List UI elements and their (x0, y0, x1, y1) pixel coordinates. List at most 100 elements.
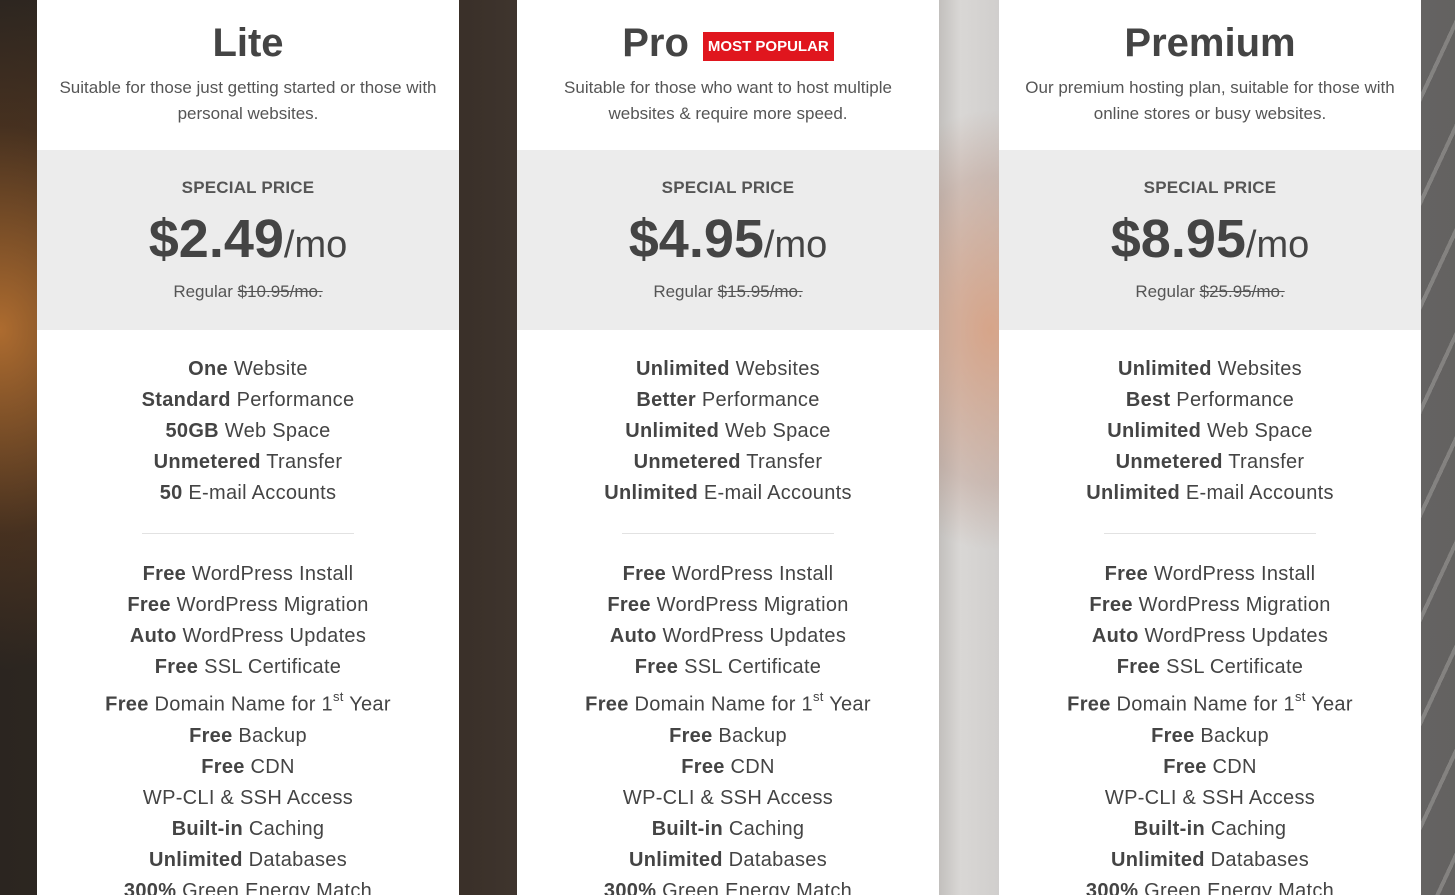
laptop-keyboard-image (1420, 0, 1455, 895)
feature-text: Green Energy Match (656, 879, 853, 895)
primary-features-list: Unlimited Websites Better Performance Unli… (517, 354, 939, 509)
feature-item: Unlimited Web Space (999, 416, 1421, 447)
feature-text: WordPress Install (1148, 563, 1316, 585)
feature-highlight: Free (105, 693, 149, 716)
feature-item: Free Domain Name for 1st Year (999, 683, 1421, 721)
feature-item: Free Domain Name for 1st Year (37, 683, 459, 721)
feature-highlight: Free (154, 656, 199, 678)
feature-highlight: Unmetered (153, 451, 261, 473)
feature-item: Auto WordPress Updates (999, 621, 1421, 652)
feature-text: E-mail Accounts (1180, 482, 1334, 504)
most-popular-badge: MOST POPULAR (702, 31, 834, 61)
feature-highlight: Free (585, 693, 629, 716)
feature-text: WordPress Migration (650, 594, 849, 616)
feature-text: Green Energy Match (1138, 879, 1335, 895)
ordinal-suffix: st (812, 689, 824, 704)
feature-highlight: Built-in (1133, 817, 1205, 840)
feature-item: 300% Green Energy Match (999, 876, 1421, 895)
feature-highlight: Auto (609, 625, 657, 647)
extra-features-list: Free WordPress Install Free WordPress Mig… (999, 559, 1421, 895)
plan-description: Suitable for those just getting started … (59, 78, 437, 123)
feature-highlight: Unmetered (1115, 451, 1223, 473)
regular-price: Regular $15.95/mo. (517, 282, 939, 302)
feature-text: WordPress Migration (1132, 594, 1331, 616)
price-box: SPECIAL PRICE $2.49/mo Regular $10.95/mo… (37, 150, 459, 330)
feature-item: Free WordPress Migration (999, 590, 1421, 621)
feature-highlight: Unlimited (1118, 358, 1212, 380)
feature-highlight: Unmetered (633, 451, 741, 473)
feature-highlight: Unlimited (1107, 420, 1202, 442)
feature-item: Unmetered Transfer (517, 447, 939, 478)
feature-text-end: Year (823, 693, 871, 716)
feature-text: SSL Certificate (198, 656, 342, 678)
regular-price: Regular $10.95/mo. (37, 282, 459, 302)
price-period: /mo (283, 224, 348, 266)
feature-highlight: Free (142, 563, 187, 585)
price-amount: $4.95 (628, 209, 764, 269)
feature-highlight: Best (1125, 389, 1171, 411)
feature-highlight: Unlimited (636, 358, 730, 380)
plan-name: Premium (1124, 21, 1296, 65)
feature-text: WordPress Install (186, 563, 354, 585)
feature-highlight: Unlimited (1111, 848, 1205, 871)
feature-item: Free SSL Certificate (999, 652, 1421, 683)
feature-highlight: Free (1067, 693, 1111, 716)
feature-item: Auto WordPress Updates (517, 621, 939, 652)
feature-item: Free CDN (37, 752, 459, 783)
feature-text: Performance (230, 389, 355, 411)
feature-highlight: Standard (141, 389, 231, 411)
feature-item: Built-in Caching (999, 814, 1421, 845)
feature-text: E-mail Accounts (182, 482, 337, 504)
feature-text: Green Energy Match (176, 879, 373, 895)
feature-item: WP-CLI & SSH Access (517, 783, 939, 814)
feature-text: WordPress Updates (656, 625, 847, 647)
feature-highlight: Unlimited (1086, 482, 1181, 504)
feature-text: Backup (1194, 724, 1269, 747)
feature-text: SSL Certificate (678, 656, 822, 678)
feature-highlight: Free (1116, 656, 1161, 678)
feature-item: Free Backup (999, 721, 1421, 752)
feature-text: WordPress Install (666, 563, 834, 585)
feature-item: WP-CLI & SSH Access (37, 783, 459, 814)
feature-item: Free WordPress Migration (517, 590, 939, 621)
feature-highlight: 50GB (165, 420, 219, 442)
features-divider (622, 533, 834, 534)
feature-item: Auto WordPress Updates (37, 621, 459, 652)
feature-text: CDN (724, 755, 775, 778)
feature-text: Websites (729, 358, 820, 380)
feature-item: Unlimited Websites (517, 354, 939, 385)
feature-text: Transfer (1222, 451, 1305, 473)
feature-item: Unlimited Databases (37, 845, 459, 876)
feature-highlight: Free (669, 724, 713, 747)
feature-item: Better Performance (517, 385, 939, 416)
feature-text: Databases (1204, 848, 1309, 871)
feature-highlight: Built-in (651, 817, 723, 840)
feature-item: Free SSL Certificate (37, 652, 459, 683)
plan-header: Pro MOST POPULAR Suitable for those who w… (517, 0, 939, 150)
feature-item: Unlimited Web Space (517, 416, 939, 447)
feature-highlight: Free (634, 656, 679, 678)
feature-highlight: Built-in (171, 817, 243, 840)
feature-highlight: Free (607, 594, 651, 616)
feature-item: Standard Performance (37, 385, 459, 416)
feature-item: Unmetered Transfer (999, 447, 1421, 478)
feature-highlight: 300% (123, 879, 177, 895)
features-divider (1104, 533, 1316, 534)
special-price-label: SPECIAL PRICE (181, 178, 315, 197)
feature-text: Web Space (719, 420, 831, 442)
feature-highlight: Free (127, 594, 171, 616)
feature-item: Free WordPress Install (999, 559, 1421, 590)
feature-item: Free WordPress Install (517, 559, 939, 590)
feature-text: Web Space (1201, 420, 1313, 442)
feature-text: WordPress Updates (176, 625, 367, 647)
primary-features-list: One Website Standard Performance 50GB Web … (37, 354, 459, 509)
regular-price-value: $25.95/mo. (1199, 282, 1285, 301)
feature-text: CDN (244, 755, 295, 778)
feature-text: Domain Name for 1 (1110, 693, 1295, 716)
feature-text: WP-CLI & SSH Access (622, 786, 834, 809)
feature-highlight: Free (681, 755, 725, 778)
special-price-label: SPECIAL PRICE (1143, 178, 1277, 197)
price-box: SPECIAL PRICE $8.95/mo Regular $25.95/mo… (999, 150, 1421, 330)
feature-item: Built-in Caching (517, 814, 939, 845)
price-line: $8.95/mo (999, 208, 1421, 270)
